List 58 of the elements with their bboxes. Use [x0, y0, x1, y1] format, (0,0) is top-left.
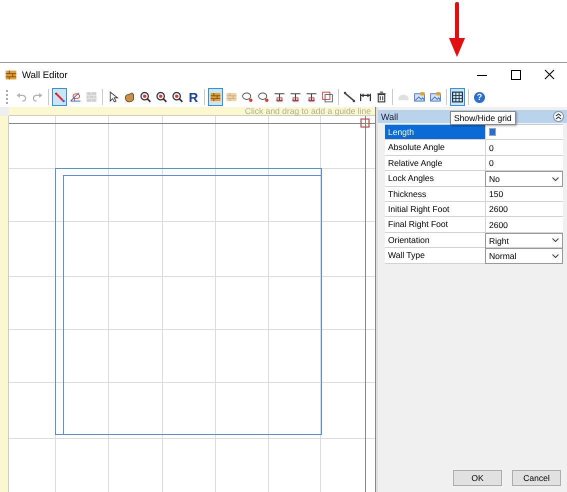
picture-icon	[413, 90, 426, 104]
collapse-icon[interactable]	[553, 111, 564, 122]
chevron-down-icon	[552, 238, 559, 244]
window-title: Wall Editor	[22, 70, 68, 80]
app-logo-icon	[4, 68, 18, 82]
property-label[interactable]: Thickness	[385, 186, 486, 201]
property-label[interactable]: Final Right Foot	[385, 217, 486, 232]
origin-marker[interactable]	[360, 118, 370, 128]
trash-icon	[375, 90, 388, 104]
help-icon: ?	[474, 92, 485, 102]
ok-button[interactable]: OK	[453, 470, 502, 486]
block-icon	[85, 90, 98, 104]
chevron-down-icon	[552, 176, 559, 182]
letter-tool-button[interactable]: R	[186, 88, 201, 106]
pen-icon	[53, 90, 66, 104]
tooltip: Show/Hide grid	[450, 111, 516, 125]
zoom-icon	[171, 90, 184, 104]
cancel-button[interactable]: Cancel	[512, 470, 561, 486]
panel-title: Wall	[381, 112, 398, 122]
property-label[interactable]: Absolute Angle	[385, 140, 486, 155]
wall-icon	[209, 90, 222, 104]
pointer-arrow	[448, 2, 466, 58]
grid-icon	[451, 90, 464, 104]
text-cursor-icon	[489, 128, 496, 136]
help-tool-button[interactable]: ?	[472, 88, 487, 106]
angle-icon	[69, 90, 82, 104]
wall-tool-button[interactable]	[208, 88, 223, 106]
property-dropdown[interactable]: No	[485, 171, 563, 188]
property-label[interactable]: Length	[385, 125, 486, 140]
split-icon	[289, 90, 302, 104]
property-dropdown[interactable]: Normal	[485, 248, 563, 264]
split-icon	[305, 90, 318, 104]
bubble-icon	[257, 90, 270, 104]
wall-icon	[225, 90, 238, 104]
ruler-corner	[0, 107, 9, 116]
property-label[interactable]: Initial Right Foot	[385, 202, 486, 216]
property-value[interactable]: 150	[486, 186, 563, 201]
ruler-icon	[343, 90, 356, 104]
pen-tool-button[interactable]	[52, 88, 67, 106]
picture-icon	[429, 90, 442, 104]
bubble-icon	[241, 90, 254, 104]
frame-icon	[321, 90, 334, 104]
property-value[interactable]: 2600	[486, 202, 563, 216]
cursor-icon	[107, 90, 120, 104]
toolbar-grip[interactable]	[6, 90, 10, 104]
grid-tool-button[interactable]	[450, 88, 465, 106]
split-icon	[273, 90, 286, 104]
redo-icon	[31, 90, 44, 104]
guide-line-hint: Click and drag to add a guide line	[244, 106, 372, 116]
undo-icon	[15, 90, 28, 104]
property-value[interactable]: 2600	[486, 217, 563, 232]
zoom-icon	[155, 90, 168, 104]
zoom-icon	[139, 90, 152, 104]
property-label[interactable]: Relative Angle	[385, 156, 486, 170]
property-value[interactable]: 0	[486, 140, 563, 155]
property-label[interactable]: Wall Type	[385, 248, 486, 264]
property-value[interactable]: 0	[486, 156, 563, 170]
chevron-down-icon	[552, 254, 559, 259]
